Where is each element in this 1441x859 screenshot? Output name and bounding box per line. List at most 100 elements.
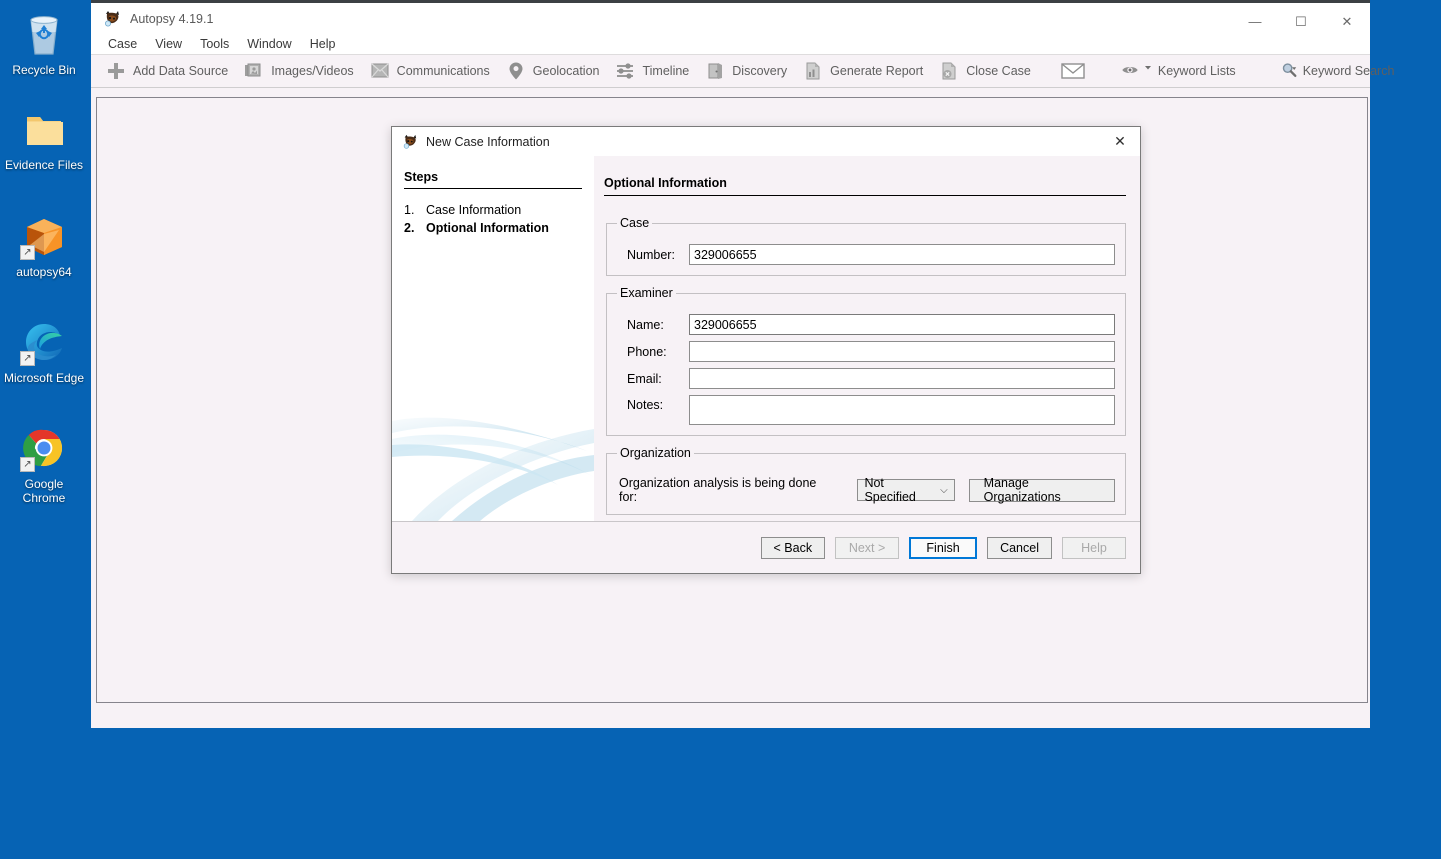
toolbar-keyword-lists[interactable]: Keyword Lists	[1107, 56, 1250, 86]
examiner-notes-label: Notes:	[627, 398, 664, 412]
toolbar-communications[interactable]: Communications	[362, 56, 498, 86]
examiner-notes-row: Notes:	[617, 395, 1115, 425]
autopsy-logo-icon	[103, 10, 121, 28]
examiner-notes-input[interactable]	[689, 395, 1115, 425]
step-number: 2.	[404, 221, 415, 235]
desktop-icon-recycle-bin[interactable]: Recycle Bin	[0, 10, 88, 77]
toolbar-images-videos[interactable]: Images/Videos	[236, 56, 361, 86]
menu-item-view[interactable]: View	[146, 35, 191, 53]
recycle-bin-icon	[20, 10, 68, 58]
optional-information-pane: Optional Information Case Number: Examin…	[594, 156, 1140, 521]
finish-button[interactable]: Finish	[909, 536, 978, 559]
wizard-steps-pane: Steps 1. Case Information 2. Optional In…	[392, 156, 594, 521]
pane-title: Optional Information	[604, 176, 1126, 196]
menu-item-case[interactable]: Case	[99, 35, 146, 53]
shortcut-arrow-icon: ↗	[20, 457, 35, 472]
maximize-icon[interactable]: ☐	[1278, 6, 1324, 37]
toolbar-label: Generate Report	[830, 64, 924, 78]
decorative-swoosh-graphic	[392, 417, 594, 521]
desktop-icon-area: Recycle Bin Evidence Files ↗ autopsy64 ↗…	[0, 0, 88, 859]
report-icon	[803, 61, 823, 81]
examiner-email-row: Email:	[617, 368, 1115, 389]
examiner-phone-row: Phone:	[617, 341, 1115, 362]
menu-item-window[interactable]: Window	[238, 35, 300, 53]
menubar: Case View Tools Window Help	[91, 34, 1370, 54]
discovery-icon	[705, 61, 725, 81]
toolbar-add-data-source[interactable]: Add Data Source	[98, 56, 236, 86]
autopsy-cube-icon: ↗	[20, 212, 68, 260]
back-button[interactable]: < Back	[760, 536, 826, 559]
magnifier-icon	[1280, 61, 1300, 81]
communications-icon	[370, 61, 390, 81]
toolbar-label: Images/Videos	[271, 64, 354, 78]
google-chrome-icon: ↗	[20, 424, 68, 472]
examiner-email-input[interactable]	[689, 368, 1115, 389]
desktop-icon-autopsy64[interactable]: ↗ autopsy64	[0, 212, 88, 279]
timeline-icon	[615, 61, 635, 81]
window-titlebar: Autopsy 4.19.1 — ☐ ✕	[91, 0, 1370, 34]
toolbar-label: Geolocation	[532, 64, 600, 78]
toolbar-keyword-search[interactable]: Keyword Search	[1266, 56, 1409, 86]
window-controls: — ☐ ✕	[1232, 6, 1370, 37]
toolbar-label: Keyword Search	[1302, 64, 1395, 78]
next-button: Next >	[835, 536, 900, 559]
desktop-icon-google-chrome[interactable]: ↗ Google Chrome	[0, 424, 88, 505]
toolbar-mail-button[interactable]	[1046, 56, 1100, 86]
shortcut-arrow-icon: ↗	[20, 351, 35, 366]
step-label: Case Information	[426, 203, 522, 217]
toolbar-label: Timeline	[642, 64, 690, 78]
toolbar-label: Add Data Source	[133, 64, 229, 78]
menu-item-help[interactable]: Help	[301, 35, 345, 53]
toolbar-close-case[interactable]: Close Case	[931, 56, 1039, 86]
desktop-icon-microsoft-edge[interactable]: ↗ Microsoft Edge	[0, 318, 88, 385]
wizard-step-case-information[interactable]: 1. Case Information	[404, 201, 582, 219]
help-button: Help	[1062, 536, 1126, 559]
steps-header: Steps	[404, 170, 582, 189]
examiner-group-legend: Examiner	[620, 286, 673, 300]
manage-organizations-button[interactable]: Manage Organizations	[968, 476, 1115, 504]
eye-icon	[1121, 61, 1139, 81]
case-number-label: Number:	[627, 247, 675, 262]
examiner-name-label: Name:	[627, 317, 664, 332]
main-toolbar: Add Data Source Images/Videos Communicat…	[91, 54, 1394, 88]
step-label: Optional Information	[426, 221, 549, 235]
toolbar-label: Communications	[396, 64, 490, 78]
examiner-name-input[interactable]	[689, 314, 1115, 335]
desktop-icon-label: Recycle Bin	[12, 63, 76, 77]
plus-icon	[106, 61, 126, 81]
dialog-titlebar: New Case Information ✕	[392, 127, 1140, 156]
examiner-phone-input[interactable]	[689, 341, 1115, 362]
case-number-row: Number:	[617, 244, 1115, 265]
chevron-down-icon: ⌵	[940, 484, 948, 496]
case-group-legend: Case	[620, 216, 650, 230]
close-icon[interactable]: ✕	[1324, 6, 1370, 37]
organization-select-value: Not Specified	[864, 476, 916, 504]
minimize-icon[interactable]: —	[1232, 6, 1278, 37]
toolbar-generate-report[interactable]: Generate Report	[795, 56, 931, 86]
organization-row: Organization analysis is being done for:…	[617, 476, 1115, 504]
toolbar-discovery[interactable]: Discovery	[697, 56, 795, 86]
desktop-icon-label: Evidence Files	[4, 158, 84, 172]
organization-group-legend: Organization	[620, 446, 691, 460]
organization-select[interactable]: Not Specified ⌵	[857, 476, 955, 504]
shortcut-arrow-icon: ↗	[20, 245, 35, 260]
wizard-step-optional-information[interactable]: 2. Optional Information	[404, 219, 582, 237]
examiner-phone-label: Phone:	[627, 344, 667, 359]
dialog-close-icon[interactable]: ✕	[1100, 127, 1140, 156]
cancel-button[interactable]: Cancel	[987, 536, 1052, 559]
case-group: Case Number:	[606, 216, 1126, 276]
toolbar-timeline[interactable]: Timeline	[607, 56, 697, 86]
toolbar-geolocation[interactable]: Geolocation	[498, 56, 608, 86]
desktop-icon-evidence-files[interactable]: Evidence Files	[0, 105, 88, 172]
dialog-footer: < Back Next > Finish Cancel Help	[392, 521, 1140, 573]
chevron-down-icon	[1143, 61, 1153, 81]
envelope-icon	[1060, 61, 1086, 81]
dialog-title: New Case Information	[426, 134, 550, 149]
microsoft-edge-icon: ↗	[20, 318, 68, 366]
step-number: 1.	[404, 203, 415, 217]
menu-item-tools[interactable]: Tools	[191, 35, 238, 53]
autopsy-application-window: Autopsy 4.19.1 — ☐ ✕ Case View Tools Win…	[88, 0, 1394, 728]
autopsy-logo-icon	[402, 134, 418, 150]
new-case-information-dialog: New Case Information ✕ Steps 1. Case Inf…	[391, 126, 1141, 574]
case-number-input[interactable]	[689, 244, 1115, 265]
